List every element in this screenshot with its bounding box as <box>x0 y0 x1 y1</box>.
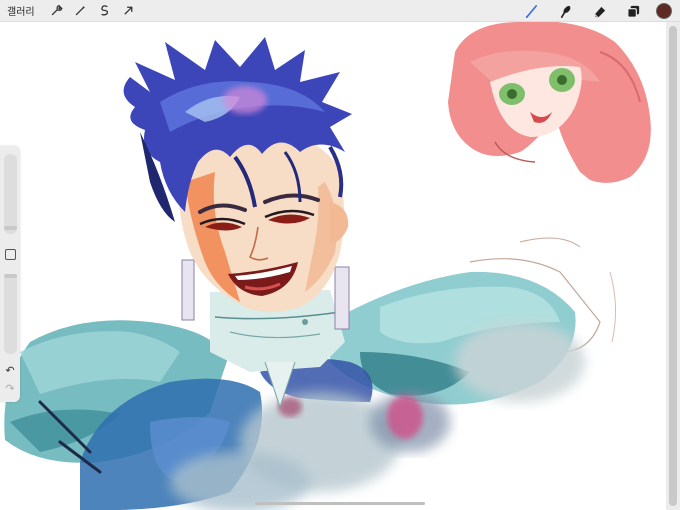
magic-wand-icon[interactable] <box>69 0 93 22</box>
drawing-canvas[interactable] <box>0 22 680 510</box>
scroll-thumb[interactable] <box>669 26 677 506</box>
scroll-rail <box>666 22 680 510</box>
left-sidebar: ↶ ↷ <box>0 146 20 402</box>
toolbar-left-group: 갤러리 <box>0 0 141 22</box>
girl-sketch <box>448 22 651 183</box>
brush-size-slider[interactable] <box>4 154 17 234</box>
selection-icon[interactable] <box>93 0 117 22</box>
opacity-slider-knob[interactable] <box>4 274 17 278</box>
toolbar-right-group <box>514 0 680 22</box>
color-swatch-button[interactable] <box>656 3 672 19</box>
undo-icon[interactable]: ↶ <box>3 364 17 378</box>
brush-icon[interactable] <box>514 0 548 22</box>
top-toolbar: 갤러리 <box>0 0 680 22</box>
smudge-icon[interactable] <box>548 0 582 22</box>
eraser-icon[interactable] <box>582 0 616 22</box>
artwork <box>4 22 651 510</box>
redo-icon[interactable]: ↷ <box>3 382 17 396</box>
brush-size-slider-knob[interactable] <box>4 226 17 230</box>
gallery-button[interactable]: 갤러리 <box>7 3 35 18</box>
transform-arrow-icon[interactable] <box>117 0 141 22</box>
opacity-slider[interactable] <box>4 274 17 354</box>
wrench-icon[interactable] <box>45 0 69 22</box>
layers-icon[interactable] <box>616 0 650 22</box>
modify-button[interactable] <box>5 249 16 260</box>
home-indicator[interactable] <box>255 502 425 505</box>
